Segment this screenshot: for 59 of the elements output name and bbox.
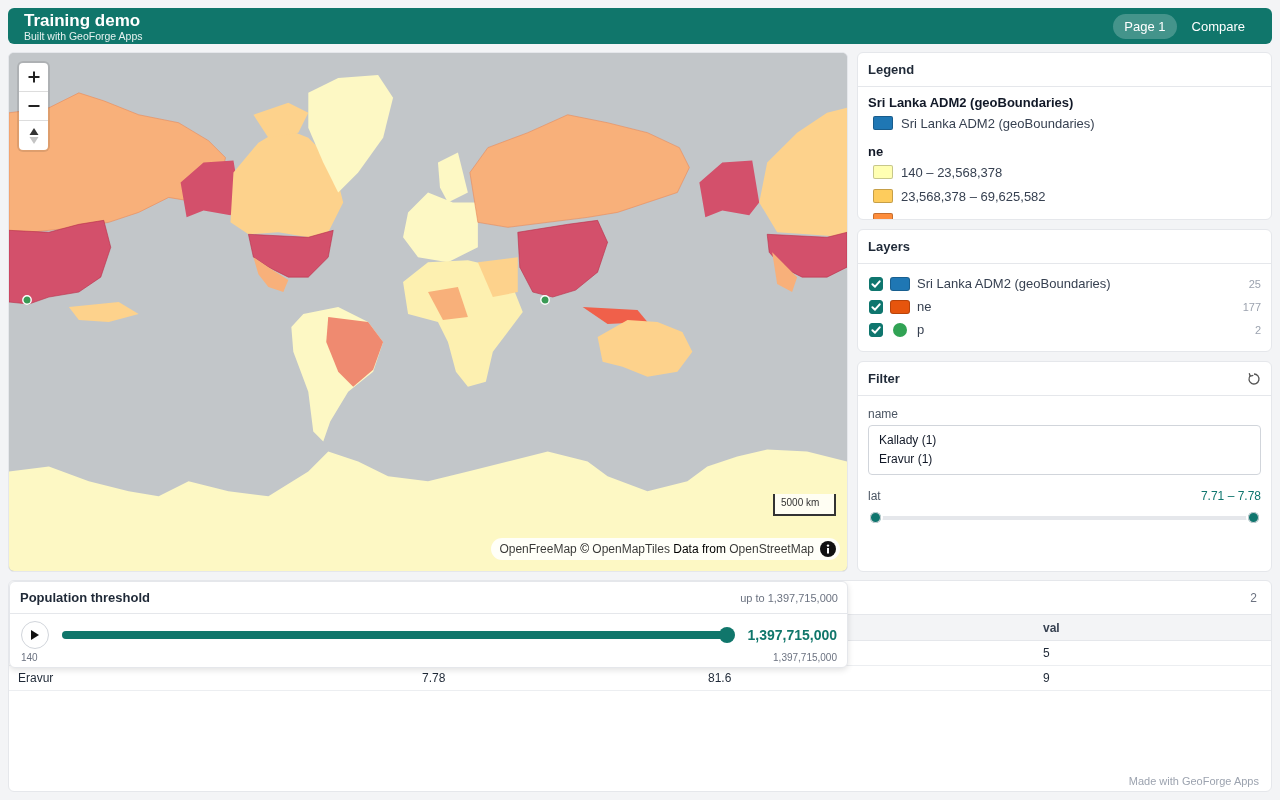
table-cell: 9 [1043,671,1050,685]
compass-icon [28,127,39,144]
feature-count: 2 [1254,323,1261,336]
table-cell: 7.78 [422,671,446,685]
layer-name: Sri Lanka ADM2 (geoBoundaries) [917,276,1111,291]
point-marker-icon [540,295,550,305]
slider-min-label: 140 [21,652,38,663]
legend-label: Sri Lanka ADM2 (geoBoundaries) [901,115,1095,131]
range-slider-track[interactable] [868,510,1261,525]
table-cell: 5 [1043,646,1050,660]
slider-thumb[interactable] [719,627,736,643]
field-label: name [868,407,899,421]
scale-bar: 5000 km [773,494,836,516]
legend-label: 140 – 23,568,378 [901,164,1003,180]
list-option[interactable]: Kallady (1) [879,433,937,447]
page-tab[interactable]: Page 1 [1113,13,1177,39]
feature-count: 177 [1242,300,1261,313]
card-title: Layers [868,239,910,254]
attribution-link[interactable]: OpenStreetMap [729,542,814,556]
slider-max-label: 1,397,715,000 [773,652,837,663]
card-title: Filter [868,371,900,386]
page-tab[interactable]: Compare [1180,13,1256,39]
card-title: Legend [868,62,915,77]
layer-name: p [917,322,925,337]
checkbox[interactable] [869,276,883,291]
panel-title: Population threshold [20,590,150,605]
app-subtitle: Built with GeoForge Apps [24,29,143,42]
point-marker-icon [22,295,32,305]
threshold-caption: up to 1,397,715,000 [740,591,838,604]
list-field[interactable]: Kallady (1) Eravur (1) [868,425,1261,475]
list-option[interactable]: Eravur (1) [879,452,933,466]
checkbox[interactable] [869,322,883,337]
app-title: Training demo [24,10,141,30]
play-button[interactable] [21,621,49,649]
legend-group-title: ne [868,144,884,159]
play-icon [31,630,39,640]
table-cell: 81.6 [708,671,732,685]
range-reading: 7.71 – 7.78 [1200,489,1261,503]
column-header: val [1043,620,1060,635]
field-label: lat [868,488,881,504]
legend-group-title: Sri Lanka ADM2 (geoBoundaries) [868,95,1074,110]
reset-button[interactable] [1247,371,1261,386]
attribution-link[interactable]: OpenMapTiles [592,542,670,556]
reset-icon [1247,371,1261,386]
plus-icon [27,71,40,83]
range-thumb[interactable] [868,510,883,525]
legend-label: 23,568,378 – 69,625,582 [901,188,1046,204]
range-thumb[interactable] [1246,510,1261,525]
layer-name: ne [917,299,932,314]
threshold-value: 1,397,715,000 [747,627,837,643]
checkbox[interactable] [869,299,883,314]
info-icon[interactable] [820,541,836,557]
feature-count: 25 [1248,277,1261,290]
table-cell: Eravur [18,671,54,685]
slider-track[interactable] [62,627,736,643]
attribution-text: OpenFreeMap © OpenMapTiles Data from OpenStreetMap [499,542,814,556]
minus-icon [27,105,40,107]
row-count: 2 [1250,590,1257,605]
attribution-link[interactable]: OpenFreeMap [499,542,577,556]
